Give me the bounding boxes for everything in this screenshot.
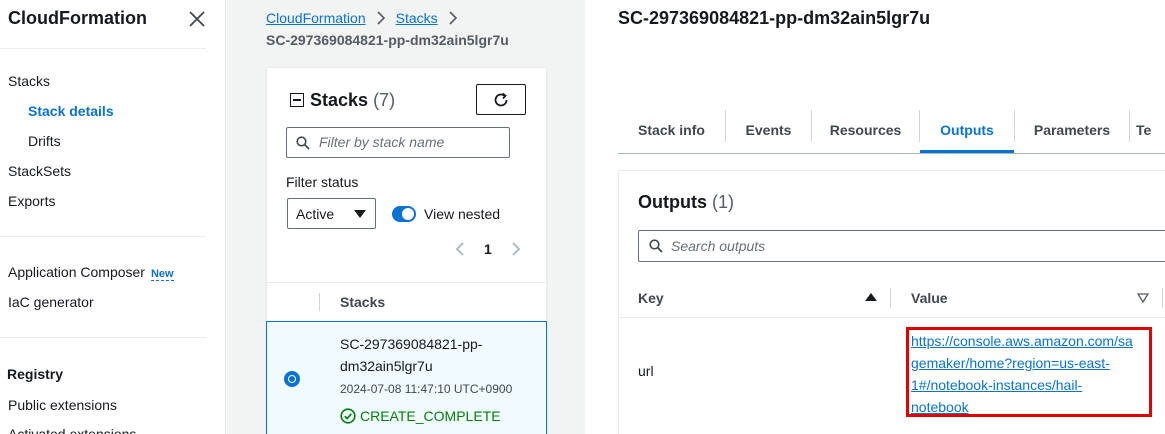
outputs-title: Outputs [638,192,707,212]
nav-item-activated-extensions[interactable]: Activated extensions [8,426,136,434]
stack-row-name[interactable]: SC-297369084821-pp- dm32ain5lgr7u [340,333,510,377]
filter-status-value: Active [296,206,335,222]
output-value-line: gemaker/home?region=us-east- [911,355,1110,371]
column-divider [319,293,320,311]
stacks-panel-header: Stacks (7) [290,90,395,111]
nav-item-stacks[interactable]: Stacks [8,73,50,89]
breadcrumb-current: SC-297369084821-pp-dm32ain5lgr7u [266,32,509,48]
filter-status-label: Filter status [286,174,359,190]
nav-item-stacksets[interactable]: StackSets [8,163,71,179]
stacks-count: (7) [373,90,396,110]
success-check-icon [340,408,356,424]
output-value-line: 1#/notebook-instances/hail- [911,377,1083,393]
chevron-left-icon[interactable] [453,241,467,257]
chevron-right-icon [449,11,457,25]
close-icon[interactable] [186,8,208,30]
refresh-icon [494,92,508,106]
stack-row-created: 2024-07-08 11:47:10 UTC+0900 [340,382,513,396]
caret-down-icon [354,210,366,218]
breadcrumb-cloudformation[interactable]: CloudFormation [266,10,366,26]
sort-ascending-icon[interactable] [865,293,877,301]
search-outputs-input[interactable] [671,238,1151,254]
nav-item-label: Application Composer [8,264,145,280]
nav-item-exports[interactable]: Exports [8,193,55,209]
search-icon [649,239,663,253]
outputs-table-header: Key Value [619,278,1165,318]
outputs-header: Outputs (1) [638,192,734,213]
tab-outputs[interactable]: Outputs [920,106,1014,153]
tab-parameters[interactable]: Parameters [1015,106,1129,153]
stack-row-radio[interactable] [284,371,300,387]
nav-item-stack-details[interactable]: Stack details [28,103,114,119]
chevron-right-icon[interactable] [509,241,523,257]
stacks-panel-title: Stacks [310,90,369,110]
column-header-value[interactable]: Value [911,290,948,306]
search-outputs-field[interactable] [638,230,1165,262]
nav-item-iac-generator[interactable]: IaC generator [8,294,94,310]
tab-divider [1129,110,1130,142]
output-value-line: notebook [911,399,969,415]
breadcrumb: CloudFormation Stacks [266,10,468,26]
tab-template[interactable]: Te [1136,106,1165,153]
stack-row-name-line: dm32ain5lgr7u [340,358,433,374]
nav-item-public-extensions[interactable]: Public extensions [8,397,117,413]
chevron-right-icon [377,11,385,25]
stack-filter-field[interactable] [286,127,510,158]
tab-stack-info[interactable]: Stack info [618,106,725,153]
output-key: url [638,363,654,379]
nav-divider [0,337,206,338]
stack-filter-input[interactable] [319,134,505,150]
tab-resources[interactable]: Resources [812,106,919,153]
nav-title[interactable]: CloudFormation [8,8,147,29]
stacks-list-header: Stacks [267,282,546,322]
sort-descending-icon[interactable] [1137,293,1149,303]
nav-item-drifts[interactable]: Drifts [28,133,61,149]
stack-row-name-line: SC-297369084821-pp- [340,336,483,352]
page-title: SC-297369084821-pp-dm32ain5lgr7u [618,8,931,28]
page-number[interactable]: 1 [484,241,492,257]
view-nested-toggle[interactable] [392,206,416,222]
column-divider [890,288,891,308]
detail-tabs: Stack info Events Resources Outputs Para… [618,106,1165,154]
side-navigation: CloudFormation Stacks Stack details Drif… [0,0,226,434]
column-divider [1162,288,1163,308]
collapse-icon[interactable] [290,93,304,107]
outputs-count: (1) [712,192,735,212]
output-value-link[interactable]: https://console.aws.amazon.com/sa gemake… [911,330,1149,418]
filter-status-select[interactable]: Active [287,198,376,229]
nav-item-application-composer[interactable]: Application Composer New [8,264,174,281]
nav-divider [0,236,206,237]
tab-events[interactable]: Events [726,106,811,153]
new-badge: New [150,268,174,281]
search-icon [296,136,310,150]
nav-section-registry: Registry [7,366,64,382]
stacks-column-header: Stacks [340,294,386,310]
view-nested-label: View nested [424,206,501,222]
column-header-key[interactable]: Key [638,290,664,306]
breadcrumb-stacks[interactable]: Stacks [396,10,438,26]
stack-row-status: CREATE_COMPLETE [340,408,501,424]
nav-divider [0,48,206,49]
output-value-line: https://console.aws.amazon.com/sa [911,333,1133,349]
refresh-button[interactable] [476,84,526,115]
stack-status-text: CREATE_COMPLETE [360,408,501,424]
